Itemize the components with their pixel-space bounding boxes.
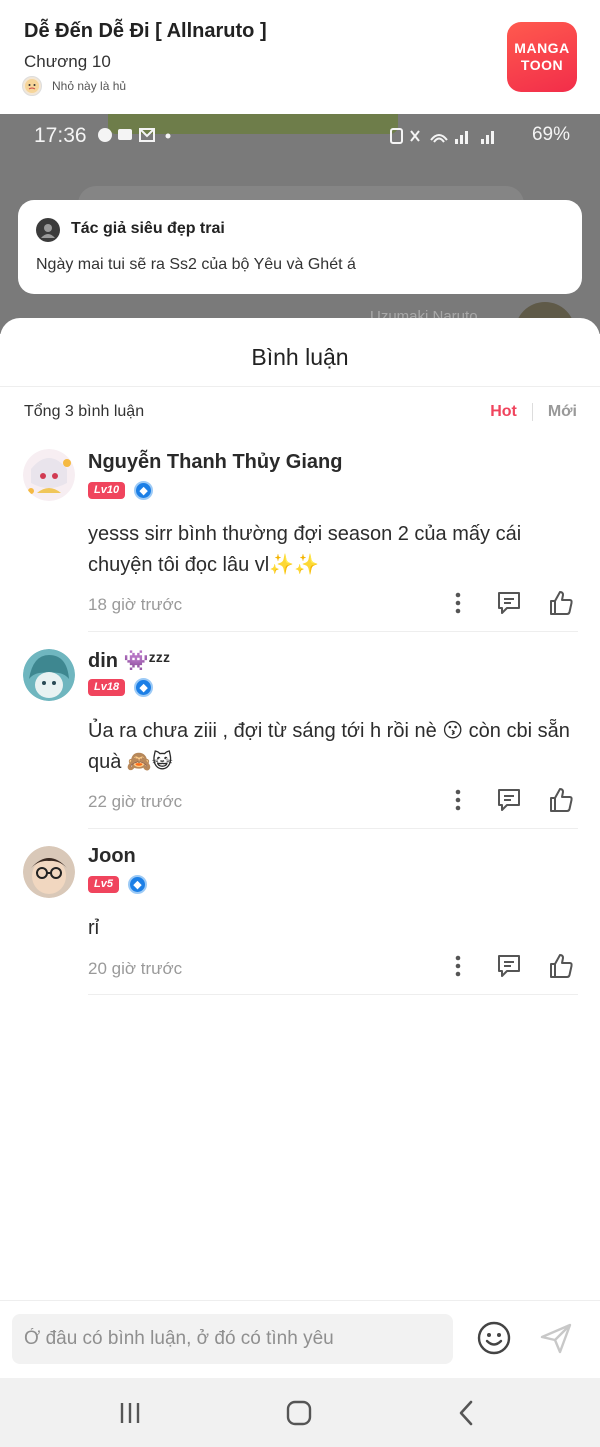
- sort-separator: [531, 403, 533, 421]
- thumbs-up-icon[interactable]: [548, 953, 574, 979]
- comment-actions: [448, 590, 574, 616]
- badges: Lv18 ◆: [88, 678, 154, 697]
- commenter-name[interactable]: Joon: [88, 845, 136, 868]
- comments-title: Bình luận: [251, 344, 349, 370]
- divider: [88, 828, 578, 829]
- diamond-badge-icon: ◆: [134, 481, 154, 500]
- divider: [88, 631, 578, 632]
- comment-text: yesss sirr bình thường đợi season 2 của …: [88, 523, 522, 576]
- note-author-avatar: [36, 218, 60, 242]
- sort-new-tab[interactable]: Mới: [548, 403, 577, 421]
- comment-time: 22 giờ trước: [88, 792, 183, 811]
- divider: [0, 1300, 600, 1301]
- comment-text: Ủa ra chưa ziii , đợi từ sáng tới h rồi …: [88, 720, 570, 773]
- more-vertical-icon[interactable]: [448, 787, 468, 813]
- level-badge: Lv18: [88, 679, 126, 696]
- back-icon[interactable]: [452, 1398, 482, 1428]
- diamond-badge-icon: ◆: [134, 678, 154, 697]
- person-icon: [41, 224, 55, 238]
- comment-text: rỉ: [88, 917, 100, 939]
- chapter-label: Chương 10: [24, 52, 111, 71]
- anime-avatar-icon: [23, 449, 75, 501]
- commenter-name[interactable]: din 👾ᶻᶻᶻ: [88, 648, 170, 673]
- sort-tabs: Hot Mới: [490, 403, 577, 421]
- author-note-card[interactable]: Tác giả siêu đẹp trai Ngày mai tui sẽ ra…: [18, 200, 582, 294]
- more-vertical-icon[interactable]: [448, 590, 468, 616]
- commenter-name[interactable]: Nguyễn Thanh Thủy Giang: [88, 451, 342, 474]
- author-name: Nhỏ này là hủ: [52, 79, 127, 93]
- commenter-avatar[interactable]: [23, 846, 75, 898]
- photo-avatar-icon: [23, 846, 75, 898]
- backdrop-clock: 17:36: [34, 124, 87, 147]
- commenter-avatar[interactable]: [23, 449, 75, 501]
- backdrop-battery: 69%: [531, 124, 570, 145]
- signal-icons: [390, 128, 494, 144]
- face-icon: [25, 79, 39, 93]
- anime-avatar-icon: [23, 649, 75, 701]
- comment-input[interactable]: [24, 1314, 441, 1364]
- badges: Lv5 ◆: [88, 875, 147, 894]
- thumbs-up-icon[interactable]: [548, 787, 574, 813]
- thumbs-up-icon[interactable]: [548, 590, 574, 616]
- comment-time: 20 giờ trước: [88, 959, 183, 978]
- diamond-badge-icon: ◆: [127, 875, 147, 894]
- logo-text-manga: MANGA: [514, 40, 570, 56]
- note-author-name: Tác giả siêu đẹp trai: [71, 220, 225, 237]
- level-badge: Lv5: [88, 876, 119, 893]
- comment-count: Tổng 3 bình luận: [24, 403, 145, 420]
- home-icon[interactable]: [284, 1398, 314, 1428]
- comment-actions: [448, 787, 574, 813]
- emoji-icon[interactable]: [476, 1320, 512, 1356]
- comment-input-box[interactable]: [12, 1314, 453, 1364]
- author-row[interactable]: Nhỏ này là hủ: [22, 76, 126, 96]
- commenter-avatar[interactable]: [23, 649, 75, 701]
- badges: Lv10 ◆: [88, 481, 154, 500]
- logo-text-toon: TOON: [520, 57, 564, 73]
- recent-apps-icon[interactable]: [115, 1398, 145, 1428]
- mangatoon-logo[interactable]: MANGA TOON: [507, 22, 577, 92]
- comment-time: 18 giờ trước: [88, 595, 183, 614]
- note-text: Ngày mai tui sẽ ra Ss2 của bộ Yêu và Ghé…: [36, 256, 356, 273]
- system-nav-bar: [0, 1378, 600, 1447]
- sort-hot-tab[interactable]: Hot: [490, 403, 517, 421]
- level-badge: Lv10: [88, 482, 126, 499]
- more-vertical-icon[interactable]: [448, 953, 468, 979]
- backdrop-system-icons: [389, 126, 504, 150]
- divider: [0, 386, 600, 387]
- reply-icon[interactable]: [496, 590, 522, 616]
- story-header: Dễ Đến Dễ Đi [ Allnaruto ] Chương 10 Nhỏ…: [0, 0, 600, 114]
- author-avatar: [22, 76, 42, 96]
- divider: [88, 994, 578, 995]
- comment-actions: [448, 953, 574, 979]
- notification-icons: [98, 128, 171, 142]
- reply-icon[interactable]: [496, 953, 522, 979]
- story-title[interactable]: Dễ Đến Dễ Đi [ Allnaruto ]: [24, 20, 267, 43]
- send-icon[interactable]: [538, 1320, 574, 1356]
- backdrop-notification-icons: [96, 126, 176, 149]
- reply-icon[interactable]: [496, 787, 522, 813]
